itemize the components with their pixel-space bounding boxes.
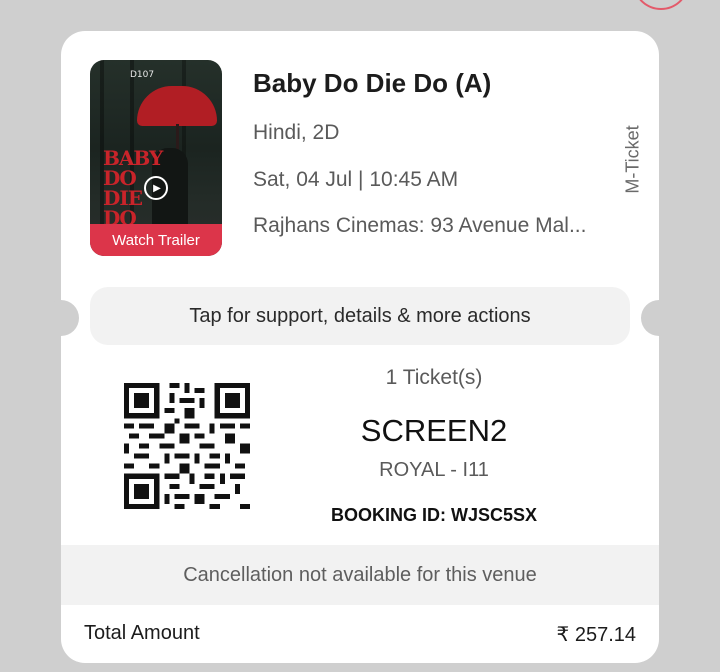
show-datetime: Sat, 04 Jul | 10:45 AM (253, 168, 459, 191)
total-amount-value: ₹ 257.14 (556, 624, 636, 646)
ticket-notch-left (43, 300, 79, 336)
venue-name: Rajhans Cinemas: 93 Avenue Mal... (253, 214, 587, 237)
qr-code-icon (124, 383, 250, 509)
ticket-type-text: M-Ticket (622, 125, 643, 194)
seat-info: ROYAL - I11 (379, 459, 489, 481)
total-amount-label: Total Amount (84, 622, 200, 644)
top-circle-button[interactable] (634, 0, 688, 10)
booking-id: BOOKING ID: WJSC5SX (330, 505, 538, 525)
ticket-count: 1 Ticket(s) (385, 366, 483, 389)
cancellation-note: Cancellation not available for this venu… (61, 545, 659, 605)
watch-trailer-button[interactable]: Watch Trailer (90, 224, 222, 256)
ticket-type-label: M-Ticket (623, 109, 643, 209)
ticket-notch-right (641, 300, 677, 336)
play-icon[interactable]: ▶ (144, 176, 168, 200)
movie-title: Baby Do Die Do (A) (253, 68, 492, 98)
screen-name: SCREEN2 (360, 413, 508, 448)
movie-language-format: Hindi, 2D (253, 121, 340, 144)
movie-poster[interactable]: D107 BABY DO DIE DO ▶ Watch Trailer (90, 60, 222, 256)
support-button[interactable]: Tap for support, details & more actions (90, 287, 630, 345)
poster-tag: D107 (130, 70, 155, 80)
ticket-card: D107 BABY DO DIE DO ▶ Watch Trailer Baby… (61, 31, 659, 663)
